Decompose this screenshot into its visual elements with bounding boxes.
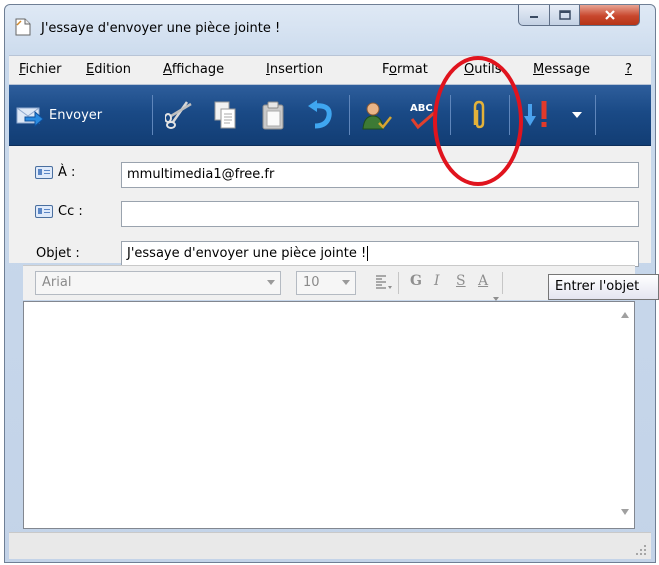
toolbar: Envoyer ABC	[9, 85, 651, 146]
menu-edition[interactable]: Edition	[86, 62, 131, 77]
format-separator	[398, 272, 399, 294]
priority-icon	[524, 101, 547, 127]
to-button[interactable]: À :	[35, 165, 75, 180]
to-field[interactable]: mmultimedia1@free.fr	[121, 162, 639, 188]
font-size-value: 10	[303, 275, 320, 290]
scroll-down-icon[interactable]	[621, 509, 629, 515]
svg-text:ABC: ABC	[410, 103, 433, 114]
send-label: Envoyer	[49, 107, 103, 123]
close-icon	[604, 10, 615, 20]
check-names-button[interactable]	[357, 95, 397, 135]
minimize-button[interactable]	[518, 5, 550, 26]
chevron-down-icon	[342, 280, 350, 285]
paste-button[interactable]	[255, 95, 291, 135]
menu-bar: Fichier Edition Affichage Insertion Form…	[9, 55, 651, 85]
font-name-select[interactable]: Arial	[35, 271, 281, 295]
cc-field[interactable]	[121, 201, 639, 227]
vertical-scrollbar[interactable]	[617, 302, 634, 528]
toolbar-separator	[349, 95, 350, 135]
send-icon	[16, 107, 44, 127]
resize-grip-icon[interactable]	[635, 544, 647, 556]
minimize-icon	[530, 16, 538, 18]
check-names-icon	[362, 102, 392, 130]
window-title: J'essaye d'envoyer une pièce jointe !	[41, 21, 281, 36]
subject-value: J'essaye d'envoyer une pièce jointe !	[127, 246, 367, 261]
screenshot: J'essaye d'envoyer une pièce jointe ! Fi…	[0, 0, 659, 565]
priority-dropdown-button[interactable]	[567, 95, 587, 135]
paragraph-style-button[interactable]	[375, 274, 393, 294]
cut-icon	[165, 101, 192, 129]
undo-button[interactable]	[303, 95, 339, 135]
chevron-down-icon	[267, 280, 275, 285]
toolbar-separator	[152, 95, 153, 135]
cc-label: Cc :	[58, 204, 83, 219]
to-label: À :	[58, 165, 76, 180]
underline-button[interactable]: S	[456, 273, 466, 289]
document-icon	[15, 18, 31, 36]
status-bar	[9, 532, 651, 559]
send-button[interactable]: Envoyer	[15, 95, 102, 135]
message-header: À : mmultimedia1@free.fr Cc : Objet : J'…	[9, 146, 651, 267]
paragraph-style-icon	[376, 275, 392, 289]
copy-button[interactable]	[207, 95, 243, 135]
menu-help[interactable]: ?	[625, 62, 632, 77]
cut-button[interactable]	[161, 95, 197, 135]
font-name-value: Arial	[42, 275, 72, 290]
title-bar: J'essaye d'envoyer une pièce jointe !	[5, 5, 655, 55]
font-color-button[interactable]: A	[478, 273, 488, 289]
subject-label: Objet :	[36, 246, 80, 261]
italic-button[interactable]: I	[434, 273, 440, 289]
toolbar-separator	[595, 95, 596, 135]
bold-button[interactable]: G	[410, 273, 422, 289]
maximize-button[interactable]	[550, 5, 580, 26]
menu-format[interactable]: Format	[382, 62, 428, 77]
close-button[interactable]	[580, 5, 640, 26]
window-controls	[518, 5, 647, 27]
address-book-icon	[35, 166, 53, 179]
chevron-down-icon	[572, 112, 582, 118]
address-book-icon	[35, 205, 53, 218]
cc-button[interactable]: Cc :	[35, 204, 83, 219]
scroll-up-icon[interactable]	[621, 312, 629, 318]
maximize-icon	[558, 10, 571, 20]
copy-icon	[214, 101, 236, 129]
undo-icon	[308, 100, 332, 129]
message-body[interactable]	[23, 301, 635, 529]
format-separator	[502, 272, 503, 294]
priority-button[interactable]	[519, 95, 559, 135]
menu-affichage[interactable]: Affichage	[163, 62, 224, 77]
subject-field[interactable]: J'essaye d'envoyer une pièce jointe !	[121, 241, 639, 267]
font-size-select[interactable]: 10	[296, 271, 356, 295]
subject-tooltip: Entrer l'objet	[548, 274, 659, 300]
menu-fichier[interactable]: Fichier	[19, 62, 62, 77]
highlight-circle-annotation	[433, 56, 523, 186]
menu-message[interactable]: Message	[533, 62, 590, 77]
text-cursor	[367, 246, 369, 261]
formatting-toolbar: Arial 10 G I S A	[23, 265, 635, 301]
paste-icon	[262, 101, 284, 130]
menu-insertion[interactable]: Insertion	[266, 62, 323, 77]
